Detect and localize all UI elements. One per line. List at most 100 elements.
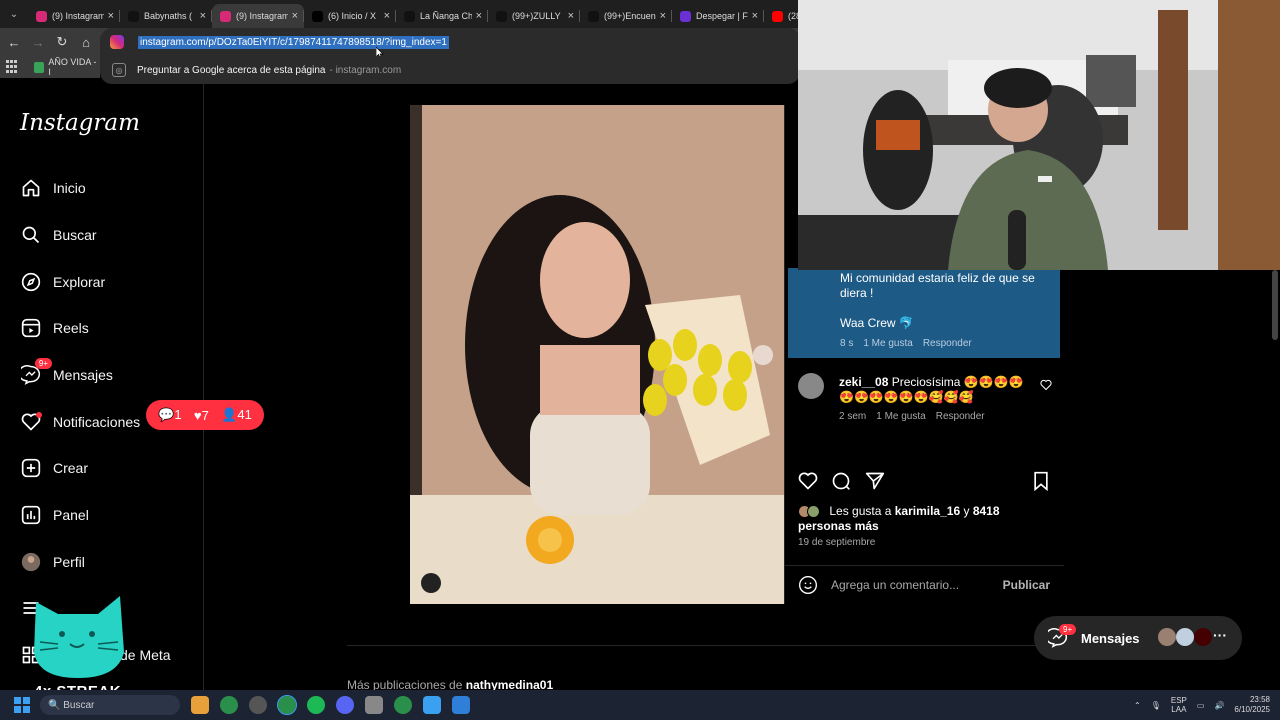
divider — [347, 645, 1047, 646]
instagram-favicon-icon — [220, 10, 231, 22]
close-tab-icon[interactable]: × — [384, 10, 390, 22]
messages-float-button[interactable]: 9+ Mensajes ··· — [1034, 616, 1242, 660]
instagram-logo[interactable]: Instagram — [20, 110, 140, 136]
notepad-icon[interactable] — [423, 696, 441, 714]
comment-likes[interactable]: 1 Me gusta — [876, 411, 925, 422]
microphone-icon[interactable]: 🎙 — [1151, 701, 1161, 710]
omnibox-suggestion[interactable]: ◎ Preguntar a Google acerca de esta pági… — [100, 56, 800, 84]
reply-button[interactable]: Responder — [936, 411, 985, 422]
browser-tab[interactable]: Babynaths ( × — [120, 4, 212, 28]
heart-icon[interactable] — [1040, 379, 1052, 391]
url-text[interactable]: instagram.com/p/DOzTa0EiYIT/c/1798741174… — [138, 35, 449, 49]
tab-title: (9) Instagram — [236, 11, 288, 21]
close-tab-icon[interactable]: × — [660, 10, 666, 22]
windows-taskbar: 🔍 Buscar ⌃ 🎙 ESP LAA ▭ 🔊 23:58 6/10/2025 — [0, 690, 1280, 720]
messages-label: Mensajes — [1081, 630, 1140, 646]
spotify-icon[interactable] — [307, 696, 325, 714]
file-explorer-icon[interactable] — [191, 696, 209, 714]
suggestion-text: Preguntar a Google acerca de esta página — [137, 64, 326, 76]
taskbar-search[interactable]: 🔍 Buscar — [40, 695, 180, 715]
liker-avatars — [798, 505, 826, 519]
reload-button[interactable]: ↻ — [50, 34, 74, 50]
post-date: 19 de septiembre — [798, 537, 876, 548]
language-indicator[interactable]: ESP LAA — [1171, 696, 1187, 714]
chevron-up-icon[interactable]: ⌃ — [1134, 701, 1141, 710]
comment-likes[interactable]: 1 Me gusta — [863, 338, 912, 349]
sidebar-item-crear[interactable]: Crear — [20, 455, 88, 481]
youtube-favicon-icon — [772, 10, 783, 22]
home-button[interactable]: ⌂ — [74, 35, 98, 50]
chrome-icon[interactable] — [220, 696, 238, 714]
reels-icon — [20, 317, 42, 339]
more-options-icon[interactable]: ··· — [1213, 627, 1227, 643]
comment-text: zeki__08 Preciosísima 😍😍😍😍😍😍😍😍😍😍🥰🥰🥰 — [839, 375, 1024, 404]
close-tab-icon[interactable]: × — [200, 10, 206, 22]
browser-tab[interactable]: Despegar | F × — [672, 4, 764, 28]
close-tab-icon[interactable]: × — [108, 10, 114, 22]
sidebar-item-label: Mensajes — [53, 367, 113, 383]
sidebar-item-reels[interactable]: Reels — [20, 315, 89, 341]
avatar — [1176, 628, 1194, 646]
forward-button[interactable]: → — [26, 35, 50, 50]
likes-summary[interactable]: Les gusta a karimila_16 y 8418 personas … — [798, 504, 1048, 534]
sidebar-item-inicio[interactable]: Inicio — [20, 175, 86, 201]
reply-button[interactable]: Responder — [923, 338, 972, 349]
sidebar-item-mensajes[interactable]: 9+ Mensajes — [20, 358, 113, 388]
chrome-profile-icon[interactable] — [394, 696, 412, 714]
cat-sticker-icon — [34, 596, 124, 678]
browser-tab[interactable]: La Ñanga Ch × — [396, 4, 488, 28]
apps-grid-icon[interactable] — [6, 60, 20, 74]
sidebar-item-buscar[interactable]: Buscar — [20, 222, 97, 248]
chrome-active-icon[interactable] — [277, 695, 297, 715]
messages-badge: 9+ — [1059, 624, 1077, 635]
suggestion-host: - instagram.com — [329, 64, 402, 76]
close-tab-icon[interactable]: × — [476, 10, 482, 22]
tiktok-favicon-icon — [588, 10, 599, 22]
avatar[interactable] — [798, 373, 824, 399]
comment-input[interactable]: Agrega un comentario... — [831, 578, 959, 592]
comment-username[interactable]: zeki__08 — [839, 375, 888, 389]
tab-search-dropdown[interactable]: ⌄ — [0, 0, 28, 28]
comment-time: 2 sem — [839, 411, 867, 422]
browser-tab[interactable]: (6) Inicio / X × — [304, 4, 396, 28]
sidebar-item-perfil[interactable]: Perfil — [20, 549, 85, 575]
notification-summary-pill[interactable]: 💬1 ♥7 👤41 — [146, 400, 264, 430]
emoji-icon[interactable] — [798, 575, 818, 595]
paint-icon[interactable] — [452, 696, 470, 714]
browser-tab[interactable]: (9) Instagram × — [28, 4, 120, 28]
sidebar-item-explorar[interactable]: Explorar — [20, 269, 105, 295]
obs-icon[interactable] — [249, 696, 267, 714]
close-tab-icon[interactable]: × — [752, 10, 758, 22]
tab-title: Babynaths ( — [144, 11, 193, 21]
network-icon[interactable]: ▭ — [1197, 701, 1205, 710]
liker-username[interactable]: karimila_16 — [895, 504, 960, 518]
google-lens-icon: ◎ — [112, 63, 126, 77]
sidebar-item-label: Crear — [53, 460, 89, 476]
clock[interactable]: 23:58 6/10/2025 — [1234, 695, 1270, 715]
tab-title: Despegar | F — [696, 11, 748, 21]
calculator-icon[interactable] — [365, 696, 383, 714]
browser-tab[interactable]: (9) Instagram × — [212, 4, 304, 28]
browser-tab[interactable]: (99+)Encuen × — [580, 4, 672, 28]
comment-time: 8 s — [840, 338, 854, 349]
close-tab-icon[interactable]: × — [568, 10, 574, 22]
browser-tab[interactable]: (99+)ZULLY × — [488, 4, 580, 28]
share-icon[interactable] — [865, 471, 885, 491]
scrollbar[interactable] — [1272, 270, 1278, 340]
volume-icon[interactable]: 🔊 — [1214, 701, 1224, 710]
post-image[interactable] — [410, 105, 784, 604]
bookmark-save-icon[interactable] — [1032, 471, 1050, 491]
follow-count: 👤41 — [221, 407, 252, 422]
publish-button[interactable]: Publicar — [1003, 578, 1050, 592]
back-button[interactable]: ← — [2, 35, 26, 50]
windows-start-icon[interactable] — [14, 697, 30, 713]
close-tab-icon[interactable]: × — [292, 10, 298, 22]
discord-icon[interactable] — [336, 696, 354, 714]
address-bar[interactable]: instagram.com/p/DOzTa0EiYIT/c/1798741174… — [100, 28, 800, 59]
comment-icon[interactable] — [831, 471, 851, 491]
bookmark-item[interactable]: AÑO VIDA - I — [48, 57, 100, 77]
like-heart-icon[interactable] — [798, 471, 818, 491]
tiktok-favicon-icon — [128, 10, 139, 22]
sidebar-item-notificaciones[interactable]: Notificaciones — [20, 409, 140, 435]
sidebar-item-panel[interactable]: Panel — [20, 502, 89, 528]
